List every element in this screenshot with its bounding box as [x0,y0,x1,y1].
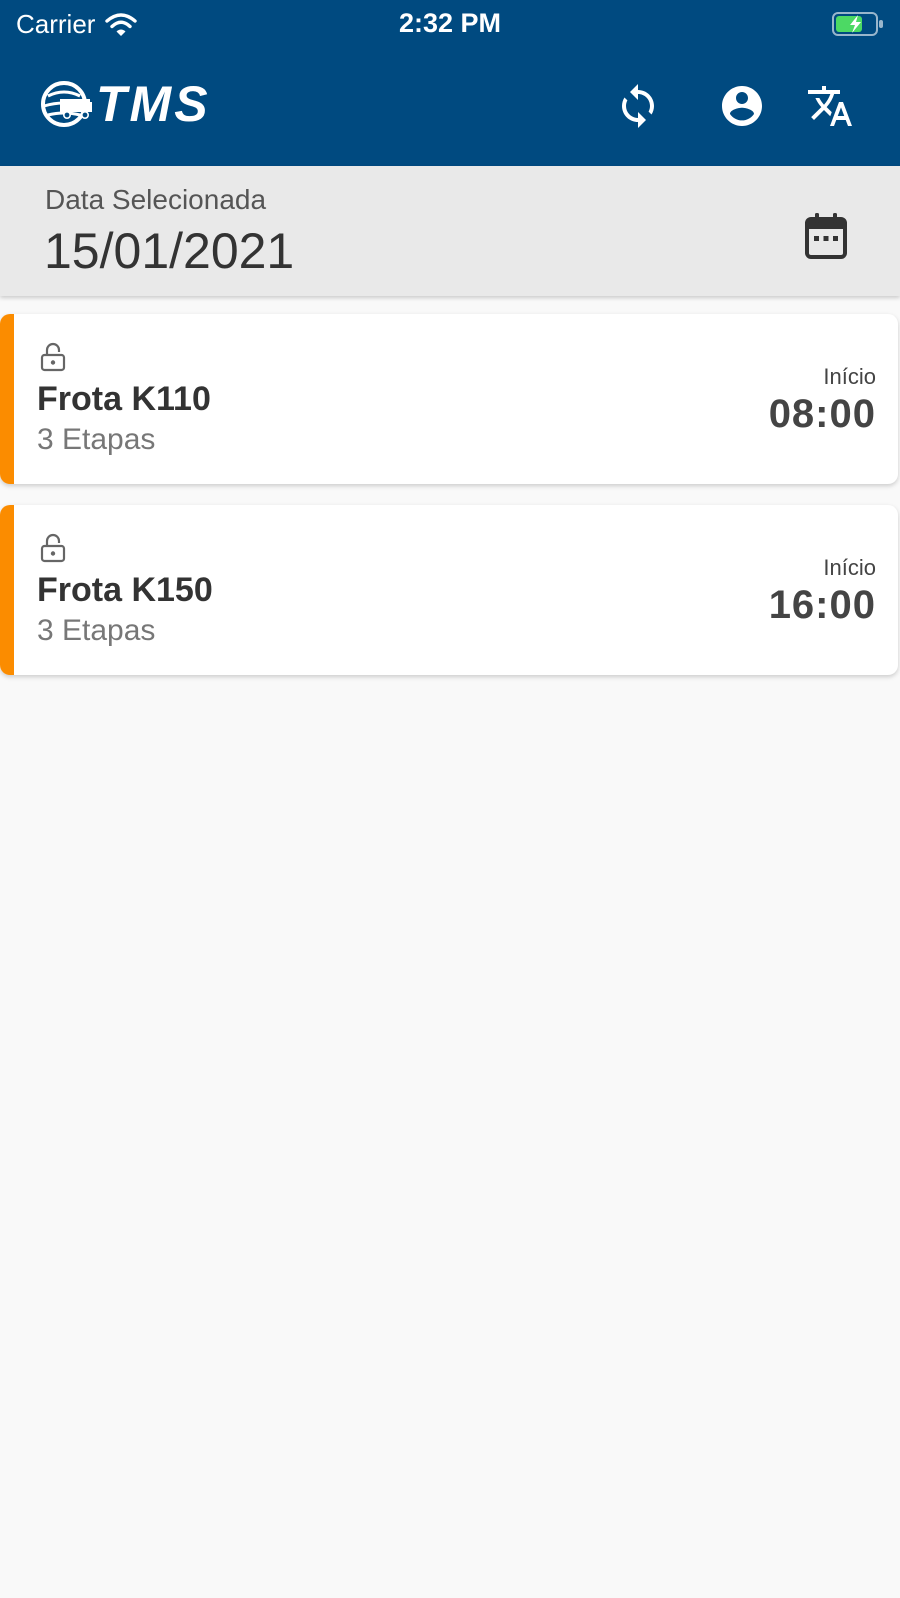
trip-fleet-name: Frota K110 [37,380,211,418]
selected-date-value: 15/01/2021 [44,223,295,279]
app-logo: TMS [38,78,211,130]
trip-card-accent [0,505,14,675]
unlocked-icon [40,533,66,563]
sync-icon[interactable] [614,82,662,130]
translate-icon[interactable] [806,82,854,130]
top-bar: Carrier 2:32 PM TMS [0,0,900,166]
trip-card[interactable]: Frota K150 3 Etapas Início 16:00 [0,505,898,675]
calendar-icon[interactable] [804,212,848,260]
app-header: TMS [0,60,900,150]
selected-date-panel: Data Selecionada 15/01/2021 [0,166,900,296]
trip-card-accent [0,314,14,484]
trip-fleet-name: Frota K150 [37,571,213,609]
trip-stage-count: 3 Etapas [37,423,156,456]
logo-text: TMS [96,76,211,132]
account-circle-icon[interactable] [718,82,766,130]
trip-start-label: Início [823,555,876,580]
trip-stage-count: 3 Etapas [37,614,156,647]
status-bar: Carrier 2:32 PM [0,0,900,48]
trip-card[interactable]: Frota K110 3 Etapas Início 08:00 [0,314,898,484]
trip-start-label: Início [823,364,876,389]
trip-start-time: 16:00 [768,583,876,627]
trip-start-time: 08:00 [768,392,876,436]
battery-charging-icon [832,12,883,36]
selected-date-label: Data Selecionada [45,184,267,215]
status-time: 2:32 PM [398,8,502,38]
unlocked-icon [40,342,66,372]
globe-truck-logo-icon [41,81,92,127]
